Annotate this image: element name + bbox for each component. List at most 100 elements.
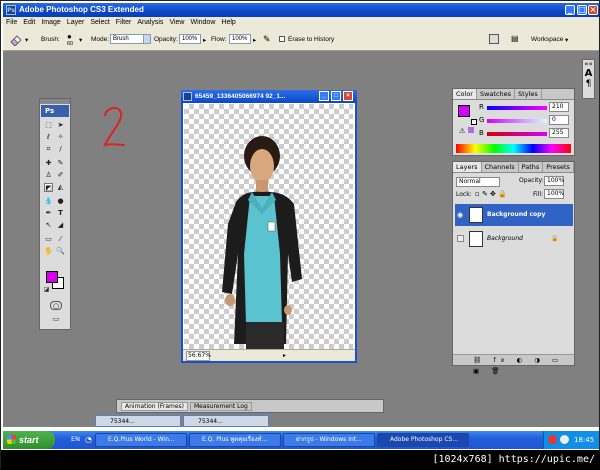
flow-input[interactable]: 100% (229, 34, 251, 44)
screen-mode-icon[interactable]: ▭ (50, 315, 62, 324)
layers-bottom-toolbar[interactable]: ⛓ fx ◐ ◑ ▭ ▣ 🗑 (453, 354, 574, 375)
menu-analysis[interactable]: Analysis (134, 17, 166, 26)
healing-brush-tool-icon[interactable]: ✚ (44, 159, 53, 168)
g-input[interactable]: 0 (549, 115, 569, 125)
taskbar-button-eqplus-world[interactable]: E.Q.Plus World - Win... (95, 433, 187, 447)
visibility-box-icon[interactable] (457, 235, 464, 242)
opacity-slider-arrow[interactable]: ▸ (203, 36, 206, 44)
b-input[interactable]: 255 (549, 128, 569, 138)
paragraph-panel-icon[interactable]: ¶ (583, 79, 594, 89)
tab-channels[interactable]: Channels (482, 162, 519, 172)
tab-color[interactable]: Color (453, 89, 477, 99)
zoom-tool-icon[interactable]: 🔍 (56, 247, 65, 256)
maximize-button[interactable]: □ (577, 5, 587, 15)
tab-swatches[interactable]: Swatches (477, 89, 516, 99)
status-arrow-icon[interactable]: ▸ (283, 350, 286, 362)
erase-to-history-checkbox[interactable] (279, 36, 285, 42)
crop-tool-icon[interactable]: ⌗ (44, 145, 53, 154)
volume-icon[interactable] (560, 435, 569, 444)
slice-tool-icon[interactable]: ∕ (56, 145, 65, 154)
hand-tool-icon[interactable]: ✋ (44, 247, 53, 256)
eraser-tool-icon[interactable] (9, 34, 23, 46)
r-input[interactable]: 210 (549, 102, 569, 112)
minimized-document-2[interactable]: 75344... (183, 415, 269, 427)
color-spectrum-bar[interactable] (456, 144, 571, 153)
doc-maximize-button[interactable]: □ (331, 91, 341, 101)
taskbar-button-photoshop[interactable]: Adobe Photoshop CS... (377, 433, 469, 447)
pen-tool-icon[interactable]: ✒ (44, 209, 53, 218)
fill-input[interactable]: 100% (544, 189, 564, 199)
type-tool-icon[interactable]: T (56, 209, 65, 218)
menu-window[interactable]: Window (187, 17, 218, 26)
marquee-tool-icon[interactable]: ⬚ (44, 121, 53, 130)
clone-stamp-tool-icon[interactable]: ♙ (44, 171, 53, 180)
g-slider[interactable] (487, 119, 547, 123)
eyedropper-tool-icon[interactable]: ⁄ (56, 235, 65, 244)
default-colors-icon[interactable]: ◪ (42, 285, 51, 294)
color-panel-background-swatch[interactable] (471, 119, 477, 125)
character-panel-icon[interactable]: A (583, 68, 594, 79)
workspace-menu[interactable]: Workspace (531, 36, 563, 43)
image-canvas[interactable] (184, 104, 353, 349)
b-slider[interactable] (487, 132, 547, 136)
zoom-level[interactable]: 56.67% (186, 351, 211, 361)
layer-background-copy[interactable]: ◉ Background copy (455, 204, 573, 226)
menu-file[interactable]: File (3, 17, 20, 26)
notes-tool-icon[interactable]: ▭ (44, 235, 53, 244)
airbrush-icon[interactable]: ✎ (263, 34, 271, 45)
layer-background[interactable]: Background 🔒 (455, 228, 573, 250)
tools-panel-header[interactable] (40, 99, 70, 104)
layer-opacity-input[interactable]: 100% (544, 176, 564, 186)
gamut-color-chip[interactable] (468, 127, 474, 133)
tab-measurement-log[interactable]: Measurement Log (190, 402, 252, 411)
taskbar-button-eqplus-forum[interactable]: E.Q. Plus พูดคุยเรื่องทั่... (189, 433, 281, 447)
doc-minimize-button[interactable]: _ (319, 91, 329, 101)
move-tool-icon[interactable]: ➤ (56, 121, 65, 130)
taskbar-button-upload-site[interactable]: ฝากรูป - Windows Int... (283, 433, 375, 447)
menu-filter[interactable]: Filter (113, 17, 135, 26)
tab-styles[interactable]: Styles (515, 89, 542, 99)
tab-presets[interactable]: Presets (543, 162, 574, 172)
menu-edit[interactable]: Edit (20, 17, 38, 26)
quick-launch-icons[interactable]: ◔ (85, 435, 92, 444)
blur-tool-icon[interactable]: 💧 (44, 197, 53, 206)
menu-layer[interactable]: Layer (64, 17, 88, 26)
r-slider[interactable] (487, 106, 547, 110)
workspace-dropdown-arrow[interactable]: ▾ (565, 36, 568, 44)
lasso-tool-icon[interactable]: ℓ (44, 133, 53, 142)
tab-animation-frames[interactable]: Animation (Frames) (121, 402, 188, 411)
tab-paths[interactable]: Paths (519, 162, 544, 172)
menu-view[interactable]: View (166, 17, 187, 26)
brush-tool-icon[interactable]: ✎ (56, 159, 65, 168)
tray-icon[interactable] (548, 435, 557, 444)
brush-dropdown[interactable]: ▾ (79, 36, 82, 44)
shape-tool-icon[interactable]: ◢ (56, 221, 65, 230)
dodge-tool-icon[interactable]: ● (56, 197, 65, 206)
minimized-document-1[interactable]: 75344... (95, 415, 181, 427)
mode-select[interactable]: Brush (110, 34, 144, 44)
visibility-eye-icon[interactable]: ◉ (457, 204, 463, 226)
close-button[interactable]: × (588, 5, 598, 15)
language-indicator[interactable]: EN (71, 435, 80, 443)
quick-mask-mode-icon[interactable]: ○ (50, 301, 62, 310)
opacity-input[interactable]: 100% (179, 34, 201, 44)
workspace-icon[interactable]: ▤ (511, 34, 519, 43)
blend-mode-select[interactable]: Normal (456, 177, 500, 187)
mode-dropdown-arrow[interactable] (143, 34, 151, 44)
menu-select[interactable]: Select (87, 17, 112, 26)
dock-collapse-icon[interactable]: «« (583, 60, 594, 68)
tool-preset-dropdown[interactable]: ▾ (25, 36, 28, 44)
magic-wand-tool-icon[interactable]: ✧ (56, 133, 65, 142)
brush-dot-icon[interactable]: ● (67, 32, 72, 41)
lock-icons[interactable]: ▫ ✎ ✥ 🔒 (475, 190, 507, 198)
minimize-button[interactable]: _ (565, 5, 575, 15)
history-brush-tool-icon[interactable]: ✐ (56, 171, 65, 180)
foreground-color-swatch[interactable] (46, 271, 58, 283)
palette-well-icon[interactable] (489, 34, 499, 44)
paint-bucket-tool-icon[interactable]: ◭ (56, 183, 65, 192)
doc-close-button[interactable]: × (343, 91, 353, 101)
menu-image[interactable]: Image (38, 17, 63, 26)
menu-help[interactable]: Help (218, 17, 238, 26)
color-panel-foreground-swatch[interactable] (458, 105, 470, 117)
start-button[interactable]: start (3, 431, 55, 449)
